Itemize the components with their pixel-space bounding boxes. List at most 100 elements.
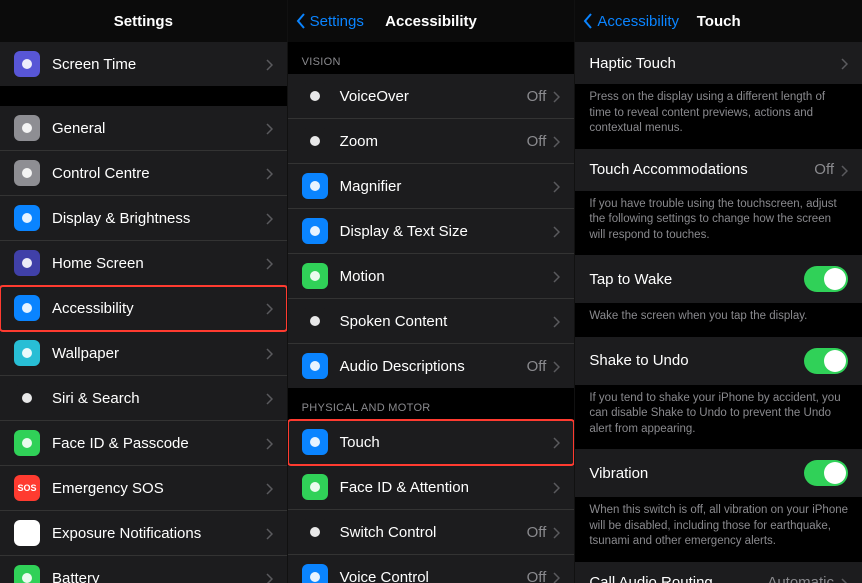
row-label: General — [52, 120, 265, 137]
row-switch-control[interactable]: Switch ControlOff — [288, 510, 575, 555]
chevron-right-icon — [552, 571, 560, 583]
chevron-right-icon — [265, 347, 273, 359]
row-audio-descriptions[interactable]: Audio DescriptionsOff — [288, 344, 575, 388]
row-icon — [302, 519, 328, 545]
header: Settings Accessibility — [288, 0, 575, 42]
row-haptic-touch[interactable]: Haptic Touch — [575, 42, 862, 84]
row-label: Display & Text Size — [340, 223, 553, 240]
row-value: Off — [527, 569, 547, 583]
chevron-right-icon — [552, 436, 560, 448]
row-control-centre[interactable]: Control Centre — [0, 151, 287, 196]
row-icon — [14, 250, 40, 276]
row-icon — [14, 160, 40, 186]
page-title: Accessibility — [385, 13, 477, 30]
back-button[interactable]: Accessibility — [583, 13, 679, 30]
chevron-right-icon — [265, 482, 273, 494]
row-label: Exposure Notifications — [52, 525, 265, 542]
row-face-id-attention[interactable]: Face ID & Attention — [288, 465, 575, 510]
row-label: Accessibility — [52, 300, 265, 317]
row-label: Face ID & Attention — [340, 479, 553, 496]
chevron-right-icon — [552, 315, 560, 327]
row-tap-to-wake[interactable]: Tap to Wake — [575, 255, 862, 303]
row-value: Off — [527, 133, 547, 150]
row-icon — [302, 83, 328, 109]
row-face-id-passcode[interactable]: Face ID & Passcode — [0, 421, 287, 466]
row-label: Haptic Touch — [589, 55, 675, 72]
chevron-right-icon — [840, 577, 848, 583]
row-display-text-size[interactable]: Display & Text Size — [288, 209, 575, 254]
row-icon — [302, 263, 328, 289]
row-label: Touch Accommodations — [589, 161, 747, 178]
chevron-right-icon — [840, 164, 848, 176]
row-icon — [14, 51, 40, 77]
row-motion[interactable]: Motion — [288, 254, 575, 299]
row-label: Vibration — [589, 465, 648, 482]
chevron-right-icon — [552, 526, 560, 538]
row-label: Zoom — [340, 133, 527, 150]
chevron-right-icon — [265, 58, 273, 70]
row-magnifier[interactable]: Magnifier — [288, 164, 575, 209]
footer-text: Wake the screen when you tap the display… — [575, 303, 862, 337]
section-header-physical: PHYSICAL AND MOTOR — [288, 388, 575, 420]
chevron-right-icon — [552, 225, 560, 237]
back-label: Accessibility — [597, 13, 679, 30]
toggle[interactable] — [804, 348, 848, 374]
row-label: Shake to Undo — [589, 352, 688, 369]
back-button[interactable]: Settings — [296, 13, 364, 30]
row-touch[interactable]: Touch — [288, 420, 575, 465]
row-battery[interactable]: Battery — [0, 556, 287, 583]
row-label: Tap to Wake — [589, 271, 672, 288]
row-icon — [14, 520, 40, 546]
row-siri-search[interactable]: Siri & Search — [0, 376, 287, 421]
row-call-audio-routing[interactable]: Call Audio RoutingAutomatic — [575, 562, 862, 583]
row-screen-time[interactable]: Screen Time — [0, 42, 287, 86]
chevron-right-icon — [552, 481, 560, 493]
row-icon — [302, 308, 328, 334]
row-vibration[interactable]: Vibration — [575, 449, 862, 497]
row-touch-accommodations[interactable]: Touch Accommodations Off — [575, 149, 862, 191]
row-label: Battery — [52, 570, 265, 583]
row-spoken-content[interactable]: Spoken Content — [288, 299, 575, 344]
chevron-right-icon — [265, 167, 273, 179]
back-label: Settings — [310, 13, 364, 30]
row-icon — [14, 385, 40, 411]
row-value: Off — [814, 161, 834, 178]
header: Accessibility Touch — [575, 0, 862, 42]
row-voice-control[interactable]: Voice ControlOff — [288, 555, 575, 583]
settings-screen: Settings Screen Time General Control Cent… — [0, 0, 288, 583]
chevron-right-icon — [552, 135, 560, 147]
header: Settings — [0, 0, 287, 42]
chevron-right-icon — [265, 122, 273, 134]
row-wallpaper[interactable]: Wallpaper — [0, 331, 287, 376]
row-label: Siri & Search — [52, 390, 265, 407]
row-label: Switch Control — [340, 524, 527, 541]
row-icon — [302, 173, 328, 199]
row-zoom[interactable]: ZoomOff — [288, 119, 575, 164]
row-icon — [14, 115, 40, 141]
row-home-screen[interactable]: Home Screen — [0, 241, 287, 286]
row-icon — [302, 429, 328, 455]
row-label: Control Centre — [52, 165, 265, 182]
row-label: Motion — [340, 268, 553, 285]
row-label: Screen Time — [52, 56, 265, 73]
row-emergency-sos[interactable]: SOSEmergency SOS — [0, 466, 287, 511]
row-display-brightness[interactable]: Display & Brightness — [0, 196, 287, 241]
row-label: Display & Brightness — [52, 210, 265, 227]
footer-text: Press on the display using a different l… — [575, 84, 862, 149]
row-label: Call Audio Routing — [589, 574, 712, 583]
row-icon — [14, 565, 40, 583]
row-exposure-notifications[interactable]: Exposure Notifications — [0, 511, 287, 556]
chevron-right-icon — [265, 572, 273, 583]
toggle[interactable] — [804, 266, 848, 292]
footer-text: If you tend to shake your iPhone by acci… — [575, 385, 862, 450]
row-value: Off — [527, 524, 547, 541]
row-voiceover[interactable]: VoiceOverOff — [288, 74, 575, 119]
row-label: Spoken Content — [340, 313, 553, 330]
row-general[interactable]: General — [0, 106, 287, 151]
toggle[interactable] — [804, 460, 848, 486]
row-icon — [302, 353, 328, 379]
row-accessibility[interactable]: Accessibility — [0, 286, 287, 331]
row-icon: SOS — [14, 475, 40, 501]
row-shake-to-undo[interactable]: Shake to Undo — [575, 337, 862, 385]
footer-text: If you have trouble using the touchscree… — [575, 191, 862, 256]
